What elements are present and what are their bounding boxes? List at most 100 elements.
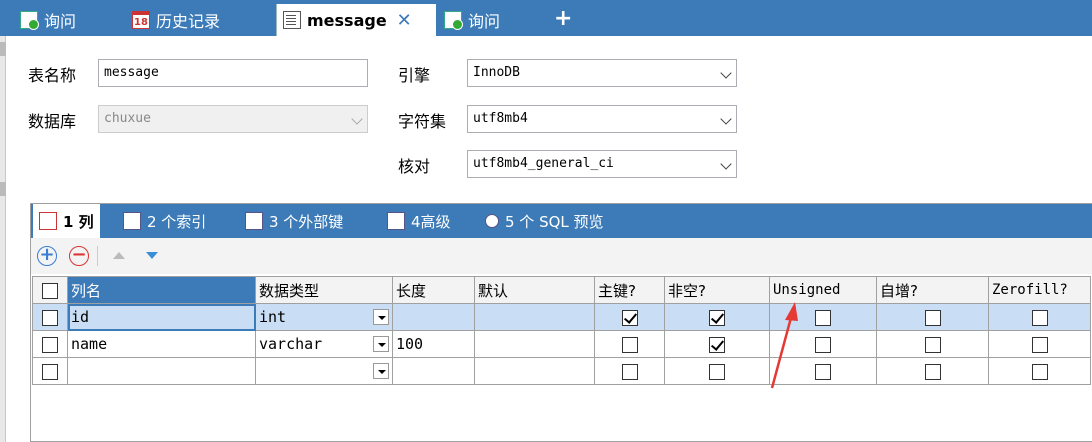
collation-select[interactable]: utf8mb4_general_ci [467,150,737,178]
field-toolbar: + − [31,238,1092,274]
close-icon[interactable]: ✕ [397,10,412,31]
chevron-down-icon [722,69,732,79]
row-checkbox[interactable] [42,363,58,380]
engine-select[interactable]: InnoDB [467,59,737,87]
unsigned-checkbox[interactable] [815,309,831,326]
left-splitter[interactable] [0,36,6,442]
autoinc-checkbox[interactable] [924,363,941,380]
field-default-cell[interactable] [474,303,595,331]
dropdown-icon[interactable] [373,336,389,352]
select-all-checkbox[interactable] [32,276,68,304]
notnull-checkbox[interactable] [709,363,725,380]
checkbox[interactable] [42,282,58,299]
advanced-icon [387,212,405,230]
toolbar-divider [97,246,98,266]
tab-label: 历史记录 [156,12,221,31]
database-select: chuxue [98,105,368,133]
database-label: 数据库 [28,112,77,131]
column-header-zerofill[interactable]: Zerofill? [988,276,1091,304]
field-type-value: int [259,308,287,326]
unsigned-checkbox[interactable] [815,336,831,353]
field-name-cell[interactable]: id [67,303,256,331]
tab-query-1[interactable]: 询问 [20,4,76,36]
annotation-arrow-icon [770,302,798,389]
zerofill-checkbox[interactable] [1031,363,1048,380]
query-icon [444,11,463,30]
column-header-type[interactable]: 数据类型 [255,276,393,304]
column-header-autoinc[interactable]: 自增? [876,276,989,304]
field-type-cell[interactable]: int [255,303,393,331]
tab-history[interactable]: 18 历史记录 [132,4,220,36]
table-row[interactable]: id int [32,303,1091,331]
row-checkbox[interactable] [42,336,58,353]
row-checkbox[interactable] [42,309,58,326]
pk-checkbox[interactable] [621,363,638,380]
table-row[interactable] [32,357,1091,385]
zerofill-checkbox[interactable] [1031,336,1048,353]
collation-value: utf8mb4_general_ci [473,156,614,171]
field-default-cell[interactable] [474,357,595,385]
field-length-cell[interactable]: 100 [392,330,475,358]
tab-advanced[interactable]: 4高级 [387,204,451,238]
field-name-cell[interactable] [67,357,256,385]
magnifier-icon [485,214,499,228]
field-type-cell[interactable]: varchar [255,330,393,358]
zerofill-checkbox[interactable] [1031,309,1048,326]
new-tab-button[interactable]: + [554,6,572,31]
remove-field-button[interactable]: − [69,246,89,266]
notnull-checkbox[interactable] [709,309,725,326]
chevron-down-icon [722,160,732,170]
sub-tab-bar: 1 列 2 个索引 3 个外部键 4高级 5 个 SQL 预览 [31,204,1092,238]
dropdown-icon[interactable] [373,363,389,379]
query-icon [20,11,39,30]
column-header-name[interactable]: 列名 [67,276,256,304]
tab-columns[interactable]: 1 列 [33,204,100,238]
field-default-cell[interactable] [474,330,595,358]
table-name-label: 表名称 [28,66,77,85]
column-header-pk[interactable]: 主键? [594,276,665,304]
foreign-key-icon [245,212,263,230]
charset-label: 字符集 [398,112,447,131]
tab-label: 2 个索引 [147,212,207,231]
column-header-length[interactable]: 长度 [392,276,475,304]
collation-label: 核对 [398,157,431,176]
splitter-marker [0,182,6,196]
unsigned-checkbox[interactable] [815,363,831,380]
field-type-cell[interactable] [255,357,393,385]
pk-checkbox[interactable] [621,309,638,326]
tab-label: 5 个 SQL 预览 [505,212,604,231]
tab-sql-preview[interactable]: 5 个 SQL 预览 [485,204,604,238]
index-icon [123,212,141,230]
move-up-icon[interactable] [113,252,125,259]
chevron-down-icon [722,115,732,125]
tab-label: 3 个外部键 [269,212,344,231]
tab-query-2[interactable]: 询问 [444,4,500,36]
column-grid: 列名 数据类型 长度 默认 主键? 非空? Unsigned 自增? Zerof… [32,276,1091,385]
grid-header-row: 列名 数据类型 长度 默认 主键? 非空? Unsigned 自增? Zerof… [32,276,1091,304]
column-header-notnull[interactable]: 非空? [664,276,770,304]
move-down-icon[interactable] [146,252,158,259]
engine-label: 引擎 [398,66,431,85]
calendar-icon: 18 [132,11,150,29]
tab-message[interactable]: message ✕ [276,4,436,36]
charset-select[interactable]: utf8mb4 [467,105,737,133]
tab-indexes[interactable]: 2 个索引 [123,204,206,238]
add-field-button[interactable]: + [37,246,57,266]
autoinc-checkbox[interactable] [924,309,941,326]
autoinc-checkbox[interactable] [924,336,941,353]
notnull-checkbox[interactable] [709,336,725,353]
tab-label: 1 列 [63,212,94,231]
field-name-cell[interactable]: name [67,330,256,358]
table-design-icon [283,11,301,29]
table-name-input[interactable]: message [98,59,368,87]
database-value: chuxue [104,111,151,126]
dropdown-icon[interactable] [373,309,389,325]
column-header-default[interactable]: 默认 [474,276,595,304]
columns-icon [39,212,57,230]
chevron-down-icon [353,115,363,125]
field-length-cell[interactable] [392,357,475,385]
pk-checkbox[interactable] [621,336,638,353]
table-row[interactable]: name varchar 100 [32,330,1091,358]
field-length-cell[interactable] [392,303,475,331]
tab-foreign-keys[interactable]: 3 个外部键 [245,204,343,238]
